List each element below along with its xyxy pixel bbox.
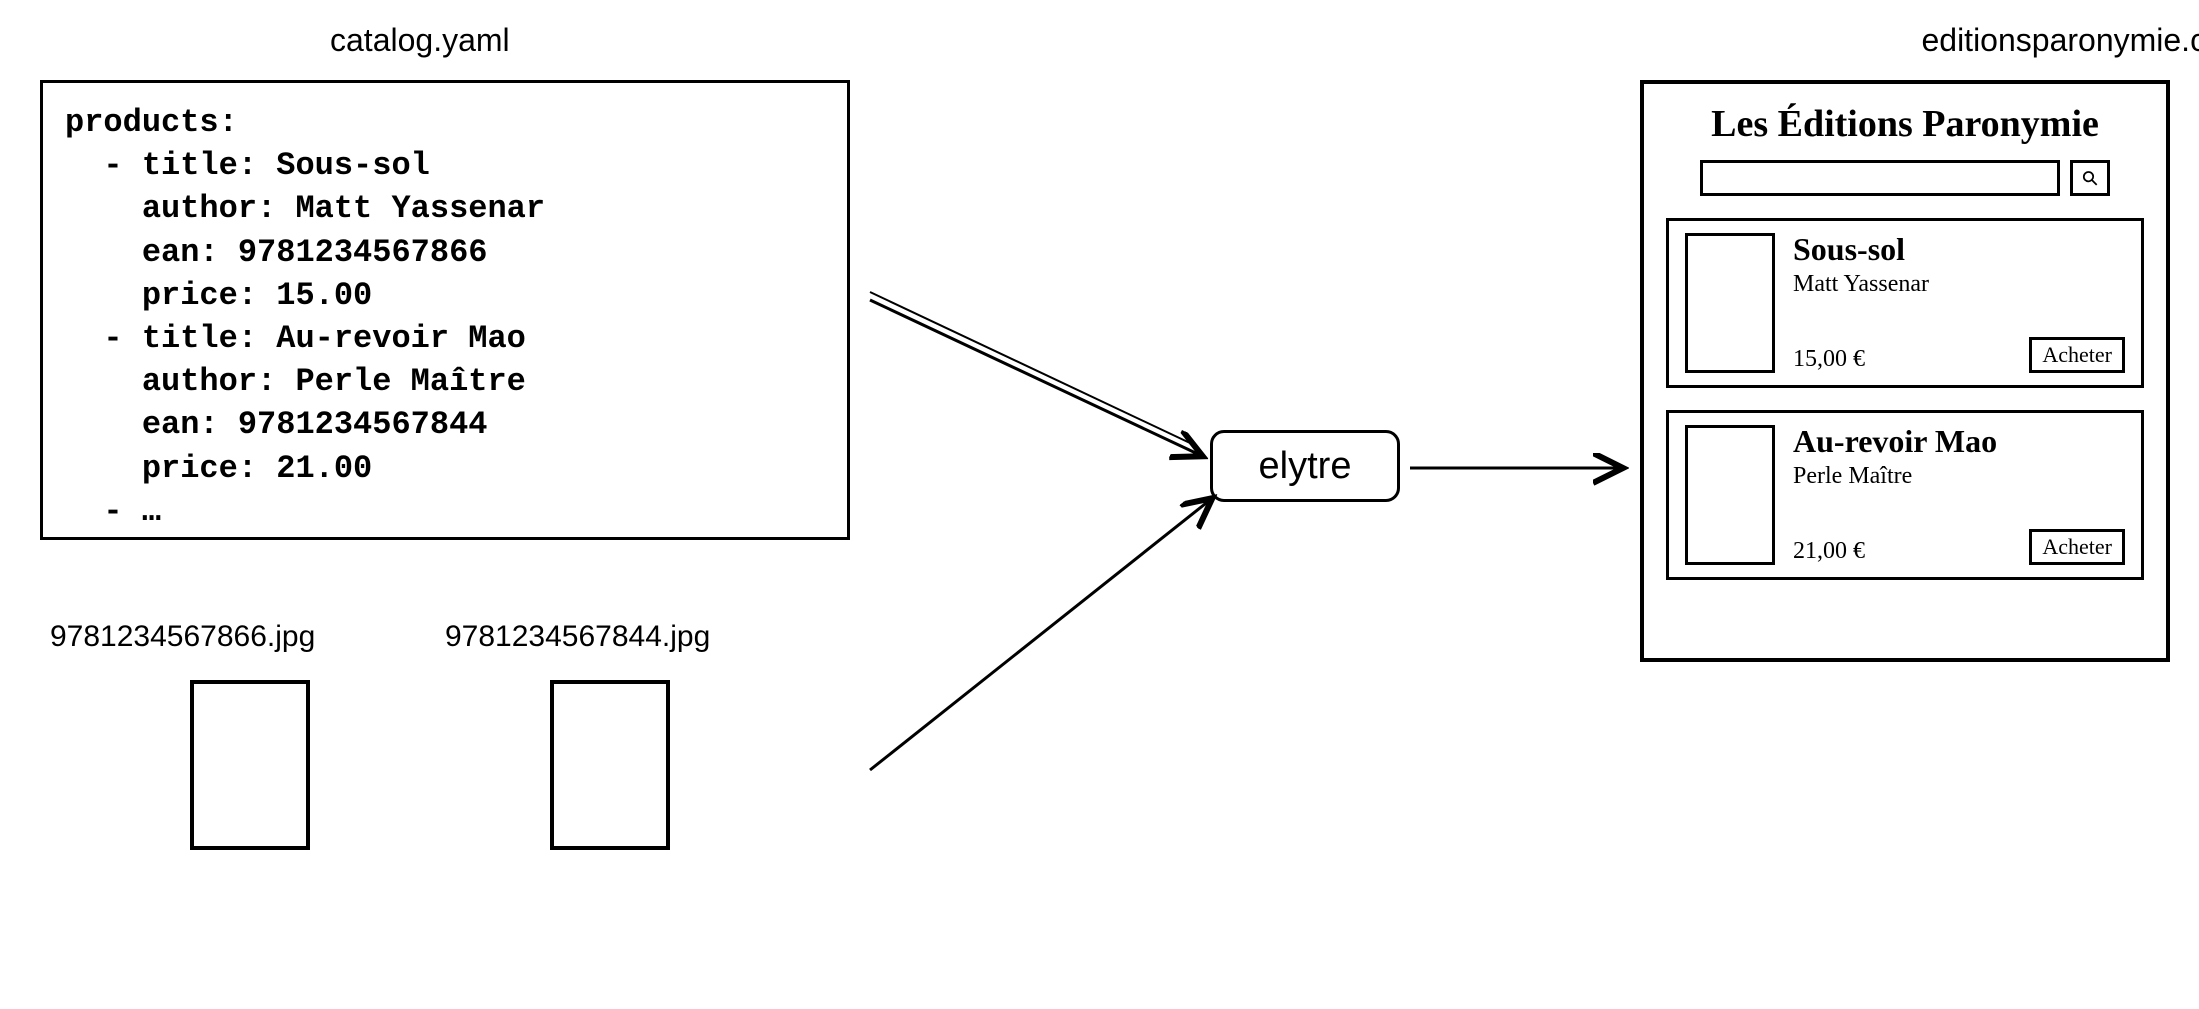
product-card: Au-revoir Mao Perle Maître 21,00 € Achet… xyxy=(1666,410,2144,580)
yaml-filename-label: catalog.yaml xyxy=(330,22,510,59)
product-author: Perle Maître xyxy=(1793,463,2125,490)
search-icon: ⚲ xyxy=(2076,164,2104,192)
search-button[interactable]: ⚲ xyxy=(2070,160,2110,196)
site-heading: Les Éditions Paronymie xyxy=(1662,102,2148,146)
search-row: ⚲ xyxy=(1662,160,2148,196)
buy-button[interactable]: Acheter xyxy=(2029,529,2125,565)
book-cover-thumbnail xyxy=(1685,233,1775,373)
product-info: Au-revoir Mao Perle Maître 21,00 € Achet… xyxy=(1793,425,2125,565)
product-title: Au-revoir Mao xyxy=(1793,425,2125,459)
image-file-2-label: 9781234567844.jpg xyxy=(445,620,710,654)
image-file-1-thumbnail xyxy=(190,680,310,850)
product-price: 15,00 € xyxy=(1793,346,1865,373)
website-domain-label: editionsparonymie.com xyxy=(1921,22,2199,59)
image-file-2-thumbnail xyxy=(550,680,670,850)
product-title: Sous-sol xyxy=(1793,233,2125,267)
book-cover-thumbnail xyxy=(1685,425,1775,565)
buy-button[interactable]: Acheter xyxy=(2029,337,2125,373)
yaml-content-box: products: - title: Sous-sol author: Matt… xyxy=(40,80,850,540)
center-process-node: elytre xyxy=(1210,430,1400,502)
search-input[interactable] xyxy=(1700,160,2060,196)
product-price: 21,00 € xyxy=(1793,538,1865,565)
product-card: Sous-sol Matt Yassenar 15,00 € Acheter xyxy=(1666,218,2144,388)
product-info: Sous-sol Matt Yassenar 15,00 € Acheter xyxy=(1793,233,2125,373)
image-file-1-label: 9781234567866.jpg xyxy=(50,620,315,654)
website-preview-box: Les Éditions Paronymie ⚲ Sous-sol Matt Y… xyxy=(1640,80,2170,662)
product-author: Matt Yassenar xyxy=(1793,271,2125,298)
